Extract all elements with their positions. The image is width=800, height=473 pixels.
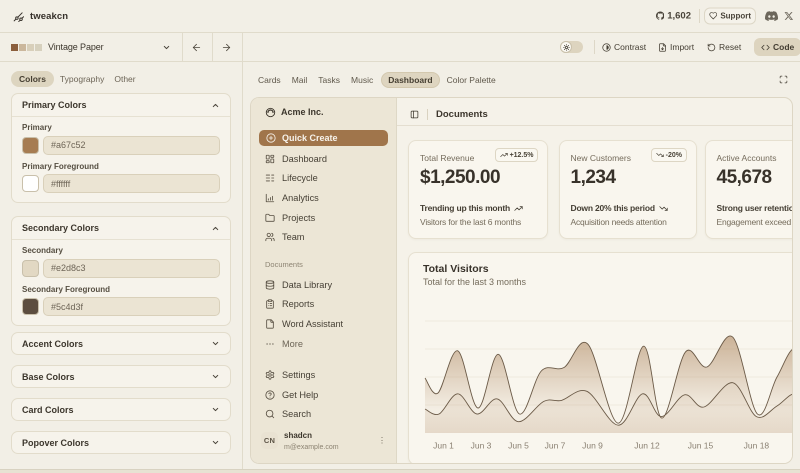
svg-text:Jun 12: Jun 12 xyxy=(634,441,660,451)
svg-text:Jun 9: Jun 9 xyxy=(582,441,603,451)
svg-text:Jun 18: Jun 18 xyxy=(744,441,770,451)
svg-text:Jun 3: Jun 3 xyxy=(471,441,492,451)
svg-text:Jun 5: Jun 5 xyxy=(508,441,529,451)
svg-text:Jun 7: Jun 7 xyxy=(545,441,566,451)
svg-text:Jun 1: Jun 1 xyxy=(433,441,454,451)
svg-text:Jun 15: Jun 15 xyxy=(688,441,714,451)
